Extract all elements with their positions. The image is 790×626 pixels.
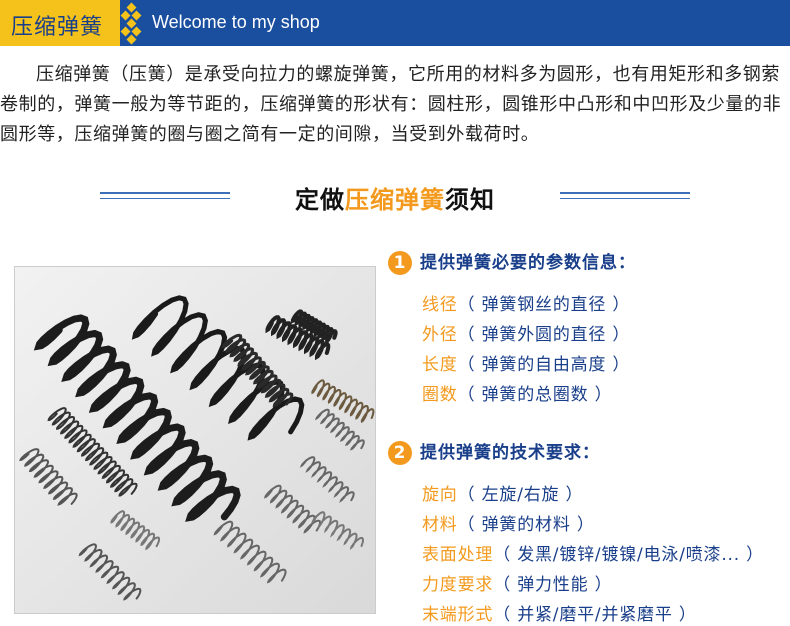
- section1-item: 长度（ 弹簧的自由高度 ）: [422, 355, 631, 375]
- compression-springs-photo: [14, 266, 376, 614]
- section2-heading-text: 提供弹簧的技术要求：: [420, 443, 600, 463]
- welcome-text: Welcome to my shop: [152, 12, 320, 32]
- section-title: 定做压缩弹簧须知: [295, 186, 495, 214]
- header-tag: 压缩弹簧: [0, 0, 120, 46]
- section-title-highlight: 压缩弹簧: [345, 186, 445, 214]
- intro-paragraph: 压缩弹簧（压簧）是承受向拉力的螺旋弹簧，它所用的材料多为圆形，也有用矩形和多钢萦…: [0, 64, 782, 145]
- section2-item: 材料（ 弹簧的材料 ）: [422, 515, 595, 535]
- section2-heading: 2 提供弹簧的技术要求：: [388, 438, 600, 465]
- header-dots-decoration: [120, 0, 142, 46]
- section2-item: 表面处理（ 发黑/镀锌/镀镍/电泳/喷漆... ）: [422, 545, 764, 565]
- section1-item: 外径（ 弹簧外圆的直径 ）: [422, 325, 631, 345]
- header-bar: 压缩弹簧 Welcome to my shop: [0, 0, 790, 46]
- section-title-row: 定做压缩弹簧须知: [0, 178, 790, 214]
- section2-item: 末端形式（ 并紧/磨平/并紧磨平 ）: [422, 605, 697, 625]
- section2-number-badge: 2: [388, 441, 412, 465]
- section2-item: 力度要求（ 弹力性能 ）: [422, 575, 613, 595]
- springs-illustration: [15, 267, 375, 613]
- section2-item: 旋向（ 左旋/右旋 ）: [422, 485, 584, 505]
- section1-item: 线径（ 弹簧钢丝的直径 ）: [422, 295, 631, 315]
- section1-item: 圈数（ 弹簧的总圈数 ）: [422, 385, 613, 405]
- header-tag-label: 压缩弹簧: [11, 15, 104, 40]
- section1-heading: 1 提供弹簧必要的参数信息：: [388, 248, 636, 275]
- section1-heading-text: 提供弹簧必要的参数信息：: [420, 253, 636, 273]
- section1-number-badge: 1: [388, 251, 412, 275]
